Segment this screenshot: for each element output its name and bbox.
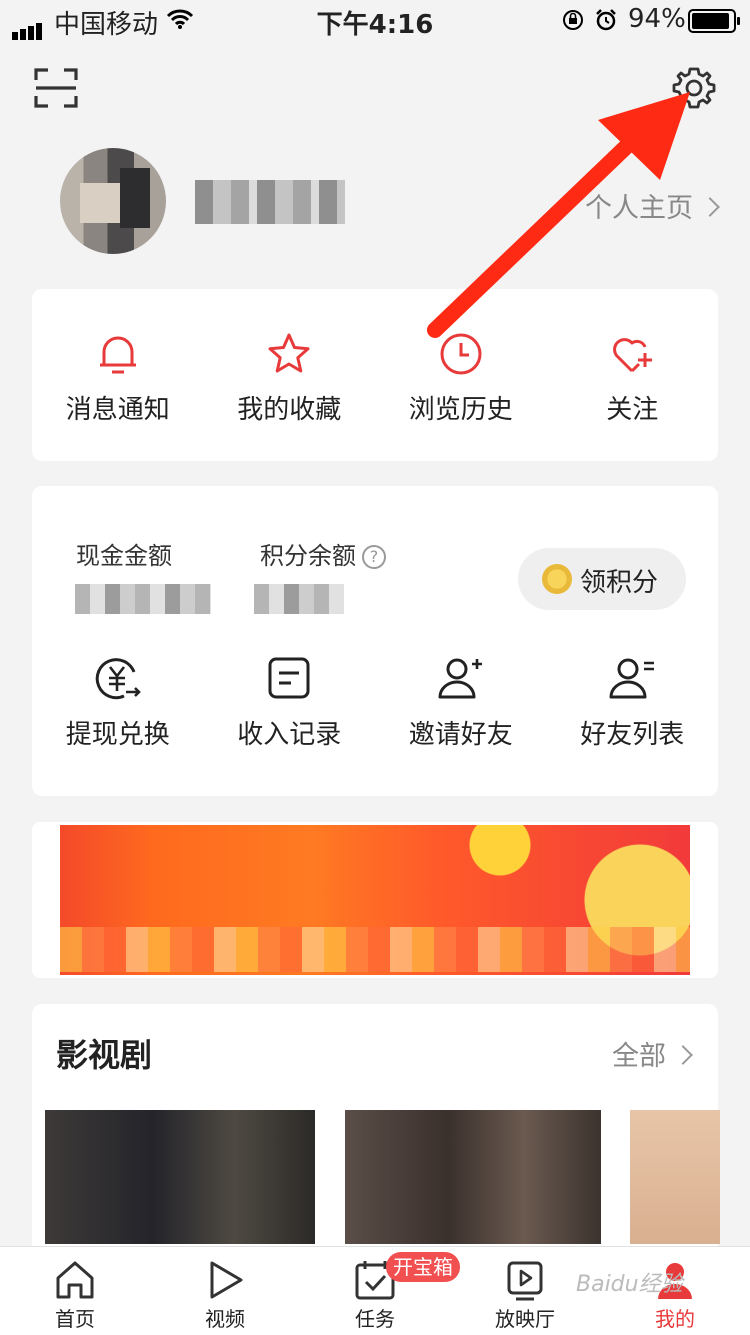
video-thumbnail[interactable]	[45, 1110, 315, 1244]
wallet-card: 现金金额 积分余额? 提现兑换 收入记录 邀请好友 好友列表	[32, 486, 718, 796]
wallet-action-income-records[interactable]: 收入记录	[204, 654, 376, 751]
tab-home[interactable]: 首页	[0, 1247, 150, 1332]
tab-label: 首页	[55, 1307, 95, 1331]
chevron-right-icon	[700, 196, 720, 217]
friend-list-icon	[609, 658, 655, 699]
coin-icon	[542, 564, 572, 594]
play-icon	[210, 1261, 243, 1299]
clock-icon	[440, 333, 482, 375]
wallet-action-withdraw[interactable]: 提现兑换	[32, 654, 204, 751]
video-thumbnail[interactable]	[345, 1110, 601, 1244]
home-icon	[56, 1261, 94, 1299]
wallet-action-label: 提现兑换	[65, 720, 170, 750]
avatar[interactable]	[60, 148, 166, 254]
invite-friend-icon	[438, 658, 482, 699]
wallet-action-friend-list[interactable]: 好友列表	[547, 654, 719, 751]
wallet-action-label: 收入记录	[237, 720, 342, 750]
personal-homepage-link[interactable]: 个人主页	[585, 186, 720, 225]
points-balance-label-row: 积分余额?	[260, 536, 386, 571]
quick-actions-card: 消息通知 我的收藏 浏览历史 关注	[32, 289, 718, 461]
quick-action-label: 我的收藏	[237, 395, 342, 425]
quick-action-follow[interactable]: 关注	[547, 331, 719, 426]
quick-action-label: 关注	[606, 395, 659, 425]
video-thumbnail[interactable]	[630, 1110, 720, 1244]
get-points-label: 领积分	[580, 568, 659, 598]
tab-video[interactable]: 视频	[150, 1247, 300, 1332]
promo-banner[interactable]	[32, 822, 718, 978]
watermark: Baidu经验	[576, 1272, 683, 1297]
tab-label: 我的	[655, 1307, 695, 1331]
cash-balance-label: 现金金额	[76, 542, 172, 570]
quick-action-label: 浏览历史	[408, 395, 513, 425]
chevron-right-icon	[673, 1044, 693, 1065]
tab-label: 视频	[205, 1307, 245, 1331]
star-icon	[268, 333, 310, 373]
view-all-label: 全部	[612, 1041, 666, 1072]
battery-percent: 94%	[628, 4, 686, 34]
wallet-action-invite-friends[interactable]: 邀请好友	[375, 654, 547, 751]
help-icon[interactable]: ?	[362, 545, 386, 569]
wallet-action-label: 好友列表	[580, 720, 685, 750]
tab-label: 放映厅	[495, 1307, 555, 1331]
personal-homepage-label: 个人主页	[585, 193, 693, 224]
battery-icon	[688, 9, 740, 33]
settings-gear-icon[interactable]	[672, 66, 716, 110]
bell-icon	[99, 336, 136, 374]
rotation-lock-icon	[563, 10, 583, 30]
quick-action-notifications[interactable]: 消息通知	[32, 331, 204, 426]
section-title: 影视剧	[56, 1036, 153, 1074]
wallet-action-label: 邀请好友	[408, 720, 513, 750]
task-badge: 开宝箱	[386, 1252, 460, 1282]
scan-icon[interactable]	[34, 66, 78, 110]
status-bar: 中国移动 下午4:16 94%	[0, 0, 750, 40]
heart-plus-icon	[613, 338, 653, 373]
points-balance-value-blurred	[254, 584, 344, 614]
alarm-icon	[596, 9, 616, 31]
username-blurred	[195, 180, 345, 224]
tab-label: 任务	[355, 1307, 395, 1331]
quick-action-history[interactable]: 浏览历史	[375, 331, 547, 426]
view-all-link[interactable]: 全部	[612, 1034, 693, 1073]
yuan-exchange-icon	[95, 658, 141, 700]
points-balance-label: 积分余额	[260, 542, 356, 570]
quick-action-label: 消息通知	[65, 395, 170, 425]
cash-balance-value-blurred	[75, 584, 211, 614]
get-points-button[interactable]: 领积分	[518, 548, 686, 610]
theater-icon	[507, 1261, 543, 1301]
quick-action-favorites[interactable]: 我的收藏	[204, 331, 376, 426]
record-icon	[268, 657, 310, 699]
